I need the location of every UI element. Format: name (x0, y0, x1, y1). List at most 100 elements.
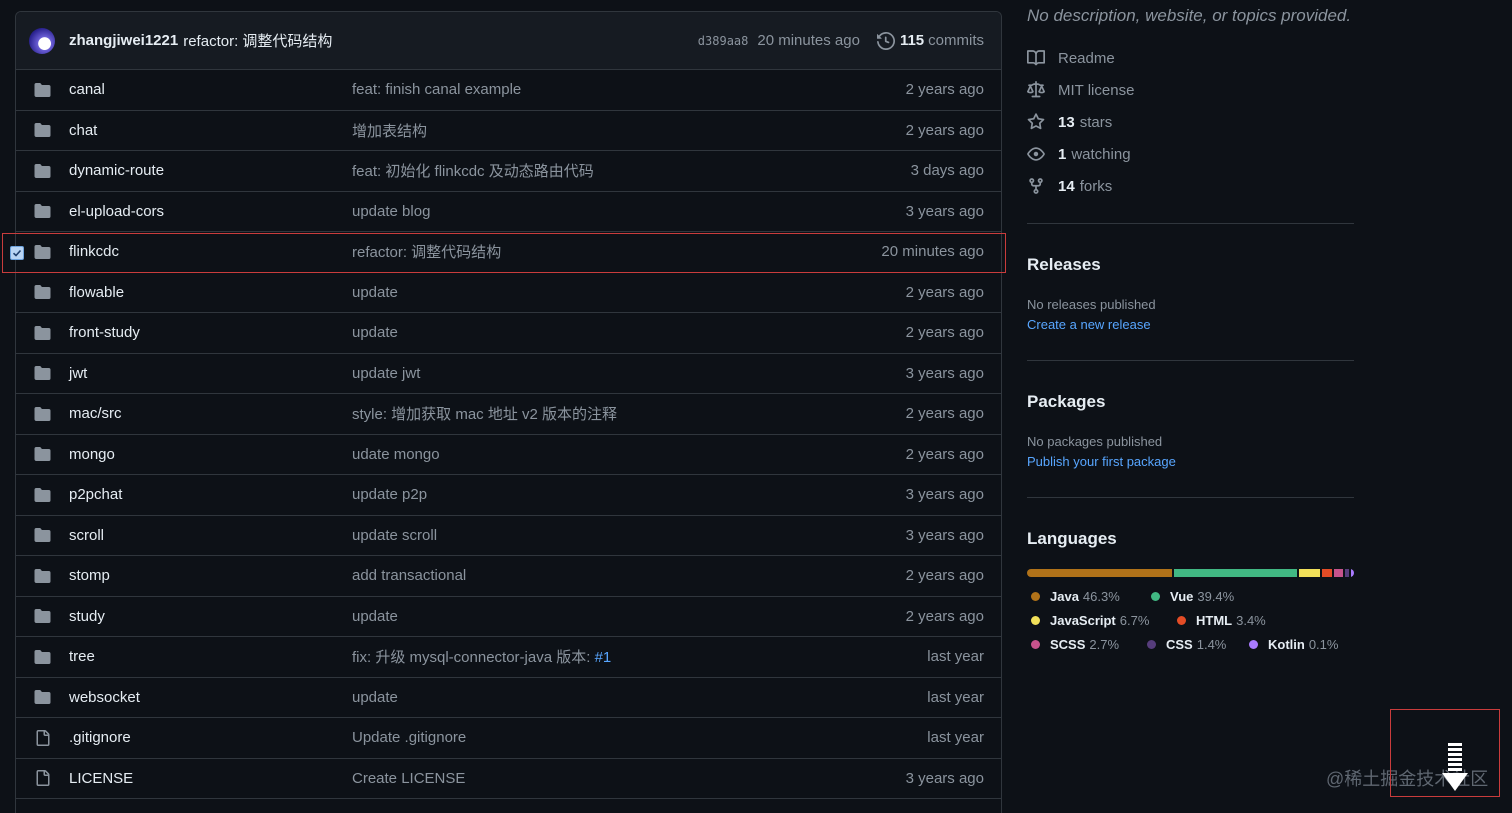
file-row[interactable]: mongo udate mongo 2 years ago (16, 435, 1001, 475)
license-link[interactable]: MIT license (1027, 79, 1134, 101)
row-checkbox[interactable] (10, 246, 24, 260)
file-name-link[interactable]: stomp (69, 567, 110, 584)
file-row[interactable]: study update 2 years ago (16, 597, 1001, 637)
commit-message-link[interactable]: style: 增加获取 mac 地址 v2 版本的注释 (352, 403, 617, 424)
issue-link[interactable]: #1 (595, 649, 612, 666)
commit-message-link[interactable]: 增加表结构 (352, 120, 427, 141)
file-row[interactable]: .gitignore Update .gitignore last year (16, 718, 1001, 759)
file-row[interactable]: front-study update 2 years ago (16, 313, 1001, 354)
language-item[interactable]: Vue 39.4% (1151, 589, 1234, 604)
file-row[interactable]: canal feat: finish canal example 2 years a… (16, 70, 1001, 111)
commit-time[interactable]: 2 years ago (906, 405, 984, 422)
commit-message-link[interactable]: update jwt (352, 365, 420, 382)
language-bar-segment[interactable] (1027, 569, 1172, 577)
commit-message-link[interactable]: feat: 初始化 flinkcdc 及动态路由代码 (352, 160, 594, 181)
stars-link[interactable]: 13 stars (1027, 111, 1112, 133)
file-name-link[interactable]: chat (69, 122, 97, 139)
publish-package-link[interactable]: Publish your first package (1027, 454, 1176, 469)
commit-time[interactable]: 3 years ago (906, 770, 984, 787)
commit-message-link[interactable]: update (352, 608, 398, 625)
commit-message-link[interactable]: update (352, 689, 398, 706)
commit-message-link[interactable]: Create LICENSE (352, 770, 465, 787)
commit-message-link[interactable]: update scroll (352, 527, 437, 544)
file-row[interactable]: mac/src style: 增加获取 mac 地址 v2 版本的注释 2 year… (16, 394, 1001, 435)
file-name-link[interactable]: scroll (69, 527, 104, 544)
file-row[interactable]: el-upload-cors update blog 3 years ago (16, 192, 1001, 232)
file-row[interactable]: LICENSE Create LICENSE 3 years ago (16, 759, 1001, 799)
commit-time[interactable]: 2 years ago (906, 122, 984, 139)
commit-time[interactable]: 3 years ago (906, 203, 984, 220)
commit-message-link[interactable]: udate mongo (352, 446, 440, 463)
file-name-link[interactable]: jwt (69, 365, 87, 382)
language-item[interactable]: Java 46.3% (1031, 589, 1120, 604)
file-row[interactable]: p2pchat update p2p 3 years ago (16, 475, 1001, 516)
commit-time[interactable]: last year (927, 689, 984, 706)
commit-time[interactable]: 2 years ago (906, 608, 984, 625)
commit-message-link[interactable]: feat: finish canal example (352, 81, 521, 98)
language-bar-segment[interactable] (1173, 569, 1297, 577)
commit-author[interactable]: zhangjiwei1221 (69, 32, 178, 49)
file-name-link[interactable]: flinkcdc (69, 243, 119, 260)
file-name-link[interactable]: mongo (69, 446, 115, 463)
readme-link[interactable]: Readme (1027, 47, 1115, 69)
commit-time[interactable]: 2 years ago (906, 567, 984, 584)
commits-label[interactable]: commits (928, 32, 984, 49)
file-row[interactable]: tree fix: 升级 mysql-connector-java 版本: #1 l… (16, 637, 1001, 678)
file-name-link[interactable]: canal (69, 81, 105, 98)
file-row[interactable]: dynamic-route feat: 初始化 flinkcdc 及动态路由代码 3… (16, 151, 1001, 192)
commit-message-link[interactable]: fix: 升级 mysql-connector-java 版本: #1 (352, 646, 611, 667)
commit-message-link[interactable]: update blog (352, 203, 430, 220)
file-name-link[interactable]: p2pchat (69, 486, 122, 503)
language-bar-segment[interactable] (1298, 569, 1320, 577)
file-name-link[interactable]: el-upload-cors (69, 203, 164, 220)
file-name-link[interactable]: .gitignore (69, 729, 131, 746)
language-item[interactable]: SCSS 2.7% (1031, 637, 1119, 652)
packages-heading[interactable]: Packages (1027, 392, 1105, 412)
commit-time[interactable]: 20 minutes ago (881, 243, 984, 260)
file-name-link[interactable]: websocket (69, 689, 140, 706)
commit-time[interactable]: 2 years ago (906, 324, 984, 341)
file-name-link[interactable]: dynamic-route (69, 162, 164, 179)
language-bar-segment[interactable] (1321, 569, 1333, 577)
commit-message-link[interactable]: update (352, 324, 398, 341)
file-name-link[interactable]: mac/src (69, 405, 122, 422)
file-name-link[interactable]: study (69, 608, 105, 625)
file-row[interactable]: flowable update 2 years ago (16, 273, 1001, 313)
file-name-link[interactable]: flowable (69, 284, 124, 301)
commit-message-link[interactable]: add transactional (352, 567, 466, 584)
commit-time[interactable]: last year (927, 648, 984, 665)
commit-sha[interactable]: d389aa8 (698, 34, 749, 48)
language-bar-segment[interactable] (1344, 569, 1349, 577)
commit-message-link[interactable]: update (352, 284, 398, 301)
commit-time[interactable]: 3 years ago (906, 365, 984, 382)
language-bar-segment[interactable] (1334, 569, 1343, 577)
file-row[interactable]: flinkcdc refactor: 调整代码结构 20 minutes ago (16, 232, 1001, 273)
commits-count[interactable]: 115 (900, 32, 924, 49)
commit-time[interactable]: 20 minutes ago (757, 32, 860, 49)
commit-time[interactable]: 3 days ago (911, 162, 984, 179)
file-row[interactable]: chat 增加表结构 2 years ago (16, 111, 1001, 151)
commit-time[interactable]: 2 years ago (906, 81, 984, 98)
author-avatar[interactable] (29, 27, 55, 54)
commit-message-link[interactable]: refactor: 调整代码结构 (352, 241, 501, 262)
commit-message[interactable]: refactor: 调整代码结构 (183, 30, 332, 51)
file-row[interactable]: websocket update last year (16, 678, 1001, 718)
create-release-link[interactable]: Create a new release (1027, 317, 1151, 332)
forks-link[interactable]: 14 forks (1027, 175, 1112, 197)
language-item[interactable]: CSS 1.4% (1147, 637, 1226, 652)
watching-link[interactable]: 1 watching (1027, 143, 1131, 165)
file-row[interactable]: jwt update jwt 3 years ago (16, 354, 1001, 394)
language-item[interactable]: JavaScript 6.7% (1031, 613, 1149, 628)
language-item[interactable]: Kotlin 0.1% (1249, 637, 1338, 652)
file-name-link[interactable]: front-study (69, 324, 140, 341)
commit-time[interactable]: 2 years ago (906, 446, 984, 463)
commit-time[interactable]: 3 years ago (906, 527, 984, 544)
language-bar-segment[interactable] (1351, 569, 1354, 577)
commit-time[interactable]: last year (927, 729, 984, 746)
commit-time[interactable]: 3 years ago (906, 486, 984, 503)
file-name-link[interactable]: LICENSE (69, 770, 133, 787)
history-icon[interactable] (876, 31, 895, 50)
download-arrow-icon[interactable] (1440, 743, 1470, 793)
file-row[interactable]: scroll update scroll 3 years ago (16, 516, 1001, 556)
commit-message-link[interactable]: update p2p (352, 486, 427, 503)
